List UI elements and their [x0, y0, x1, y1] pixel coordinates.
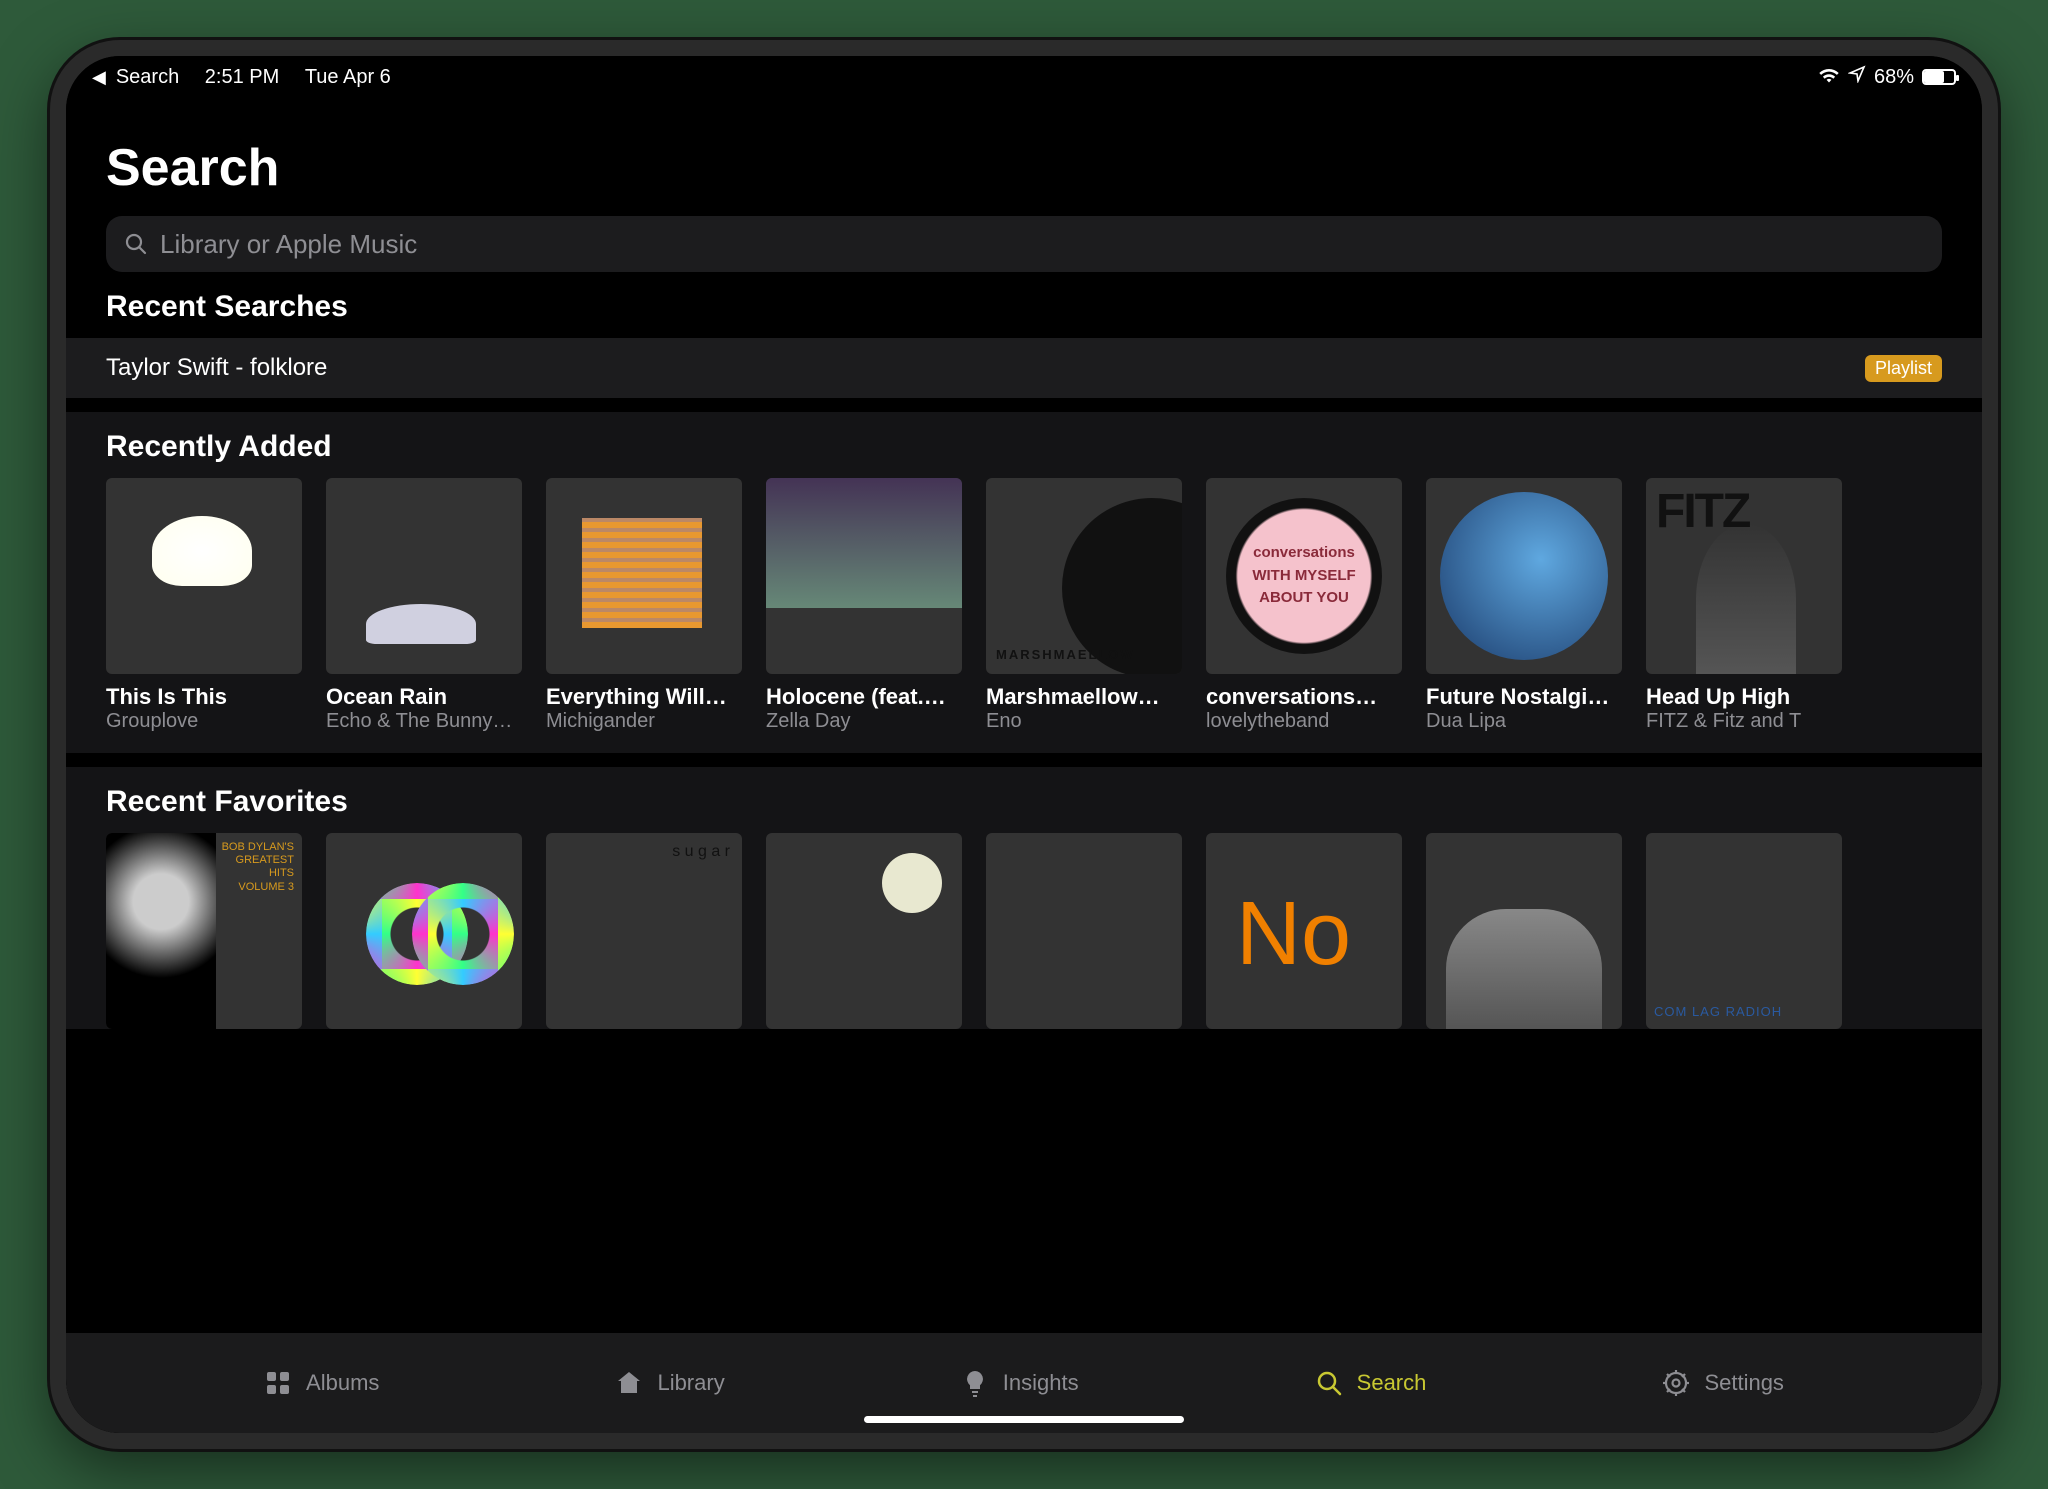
- favorite-card[interactable]: [766, 833, 962, 1029]
- status-date: Tue Apr 6: [305, 66, 391, 89]
- album-art: [106, 478, 302, 674]
- gear-icon: [1662, 1369, 1690, 1397]
- album-card[interactable]: Everything Will… Michigander: [546, 478, 742, 733]
- album-artist: Grouplove: [106, 710, 302, 733]
- album-art: [766, 833, 962, 1029]
- album-art: [326, 833, 522, 1029]
- home-indicator[interactable]: [864, 1416, 1184, 1423]
- back-chevron-icon[interactable]: ◀: [92, 67, 106, 88]
- tab-insights[interactable]: Insights: [961, 1369, 1079, 1397]
- album-title: Ocean Rain: [326, 684, 522, 710]
- search-icon: [1315, 1369, 1343, 1397]
- favorite-card[interactable]: [546, 833, 742, 1029]
- battery-icon: [1922, 69, 1956, 85]
- recent-searches-header: Recent Searches: [106, 290, 1942, 324]
- recently-added-header: Recently Added: [106, 412, 1942, 464]
- recent-search-label: Taylor Swift - folklore: [106, 354, 327, 382]
- album-title: Head Up High: [1646, 684, 1842, 710]
- album-title: Everything Will…: [546, 684, 742, 710]
- status-back-label[interactable]: Search: [116, 66, 179, 89]
- album-card[interactable]: This Is This Grouplove: [106, 478, 302, 733]
- grid-icon: [264, 1369, 292, 1397]
- recent-favorites-header: Recent Favorites: [106, 767, 1942, 819]
- album-art: [546, 833, 742, 1029]
- album-artist: Echo & The Bunny…: [326, 710, 522, 733]
- recently-added-strip[interactable]: This Is This Grouplove Ocean Rain Echo &…: [106, 478, 1942, 733]
- content-scroll[interactable]: Search Recent Searches Taylor Swift - fo…: [66, 98, 1982, 1333]
- house-icon: [615, 1369, 643, 1397]
- location-icon: [1848, 65, 1866, 89]
- bulb-icon: [961, 1369, 989, 1397]
- tab-label: Settings: [1704, 1370, 1784, 1396]
- recently-added-section: Recently Added This Is This Grouplove Oc…: [66, 412, 1982, 753]
- album-card[interactable]: Head Up High FITZ & Fitz and T: [1646, 478, 1842, 733]
- album-art: [1426, 478, 1622, 674]
- album-artist: Michigander: [546, 710, 742, 733]
- album-art: [1206, 478, 1402, 674]
- tab-label: Library: [657, 1370, 724, 1396]
- recent-search-row[interactable]: Taylor Swift - folklore Playlist: [66, 338, 1982, 398]
- favorite-card[interactable]: [986, 833, 1182, 1029]
- album-art: [326, 478, 522, 674]
- album-art: [1646, 478, 1842, 674]
- album-title: conversations…: [1206, 684, 1402, 710]
- album-artist: lovelytheband: [1206, 710, 1402, 733]
- recent-favorites-section: Recent Favorites: [66, 767, 1982, 1029]
- tab-settings[interactable]: Settings: [1662, 1369, 1784, 1397]
- favorite-card[interactable]: [1206, 833, 1402, 1029]
- album-title: This Is This: [106, 684, 302, 710]
- album-art: [986, 833, 1182, 1029]
- album-title: Holocene (feat.…: [766, 684, 962, 710]
- album-artist: FITZ & Fitz and T: [1646, 710, 1842, 733]
- album-art: [106, 833, 302, 1029]
- status-bar: ◀ Search 2:51 PM Tue Apr 6 68%: [66, 56, 1982, 98]
- tab-library[interactable]: Library: [615, 1369, 724, 1397]
- album-art: [986, 478, 1182, 674]
- status-time: 2:51 PM: [205, 66, 279, 89]
- album-card[interactable]: Marshmaellow… Eno: [986, 478, 1182, 733]
- album-art: [1646, 833, 1842, 1029]
- album-artist: Zella Day: [766, 710, 962, 733]
- album-art: [1206, 833, 1402, 1029]
- page-title: Search: [106, 138, 1942, 198]
- favorite-card[interactable]: [106, 833, 302, 1029]
- album-art: [546, 478, 742, 674]
- album-card[interactable]: conversations… lovelytheband: [1206, 478, 1402, 733]
- screen: ◀ Search 2:51 PM Tue Apr 6 68%: [66, 56, 1982, 1433]
- ipad-device-frame: ◀ Search 2:51 PM Tue Apr 6 68%: [50, 40, 1998, 1449]
- album-card[interactable]: Holocene (feat.… Zella Day: [766, 478, 962, 733]
- album-card[interactable]: Future Nostalgi… Dua Lipa: [1426, 478, 1622, 733]
- tab-search[interactable]: Search: [1315, 1369, 1427, 1397]
- search-icon: [124, 232, 148, 256]
- recent-search-badge: Playlist: [1865, 355, 1942, 382]
- tab-albums[interactable]: Albums: [264, 1369, 379, 1397]
- tab-label: Search: [1357, 1370, 1427, 1396]
- battery-percent: 68%: [1874, 66, 1914, 89]
- tab-label: Albums: [306, 1370, 379, 1396]
- wifi-icon: [1818, 66, 1840, 89]
- search-input[interactable]: [160, 229, 1924, 260]
- tab-label: Insights: [1003, 1370, 1079, 1396]
- recent-favorites-strip[interactable]: [106, 833, 1942, 1029]
- album-title: Future Nostalgi…: [1426, 684, 1622, 710]
- album-artist: Eno: [986, 710, 1182, 733]
- album-title: Marshmaellow…: [986, 684, 1182, 710]
- favorite-card[interactable]: [1646, 833, 1842, 1029]
- search-field[interactable]: [106, 216, 1942, 272]
- album-art: [766, 478, 962, 674]
- favorite-card[interactable]: [326, 833, 522, 1029]
- album-art: [1426, 833, 1622, 1029]
- album-card[interactable]: Ocean Rain Echo & The Bunny…: [326, 478, 522, 733]
- album-artist: Dua Lipa: [1426, 710, 1622, 733]
- favorite-card[interactable]: [1426, 833, 1622, 1029]
